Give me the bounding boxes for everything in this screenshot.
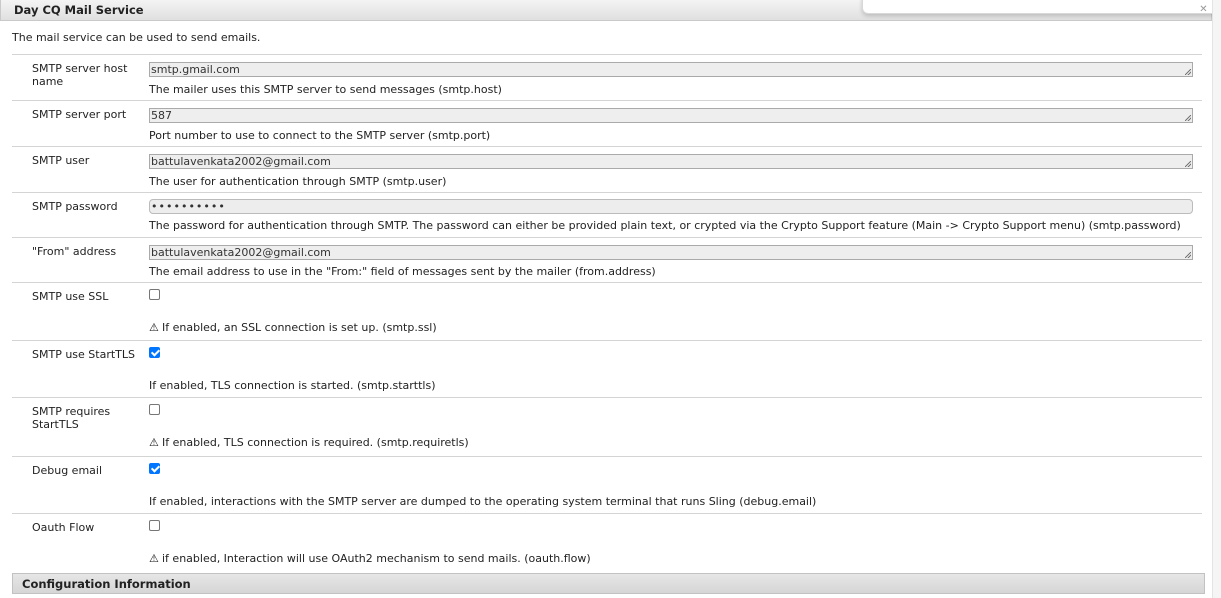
field-help: If enabled, interactions with the SMTP s… [149,495,817,508]
field-help: The email address to use in the "From:" … [149,265,656,278]
scrollbar[interactable] [1212,0,1221,598]
row-debug-email: Debug email If enabled, interactions wit… [12,457,1202,514]
field-label: SMTP server port [32,108,127,121]
overlay-panel [862,0,1219,14]
field-help: The password for authentication through … [149,219,1181,232]
dialog-description: The mail service can be used to send ema… [12,31,261,44]
smtp-password-input[interactable]: •••••••••• [149,199,1193,214]
row-smtp-port: SMTP server port 587 Port number to use … [12,101,1202,147]
field-help: If enabled, TLS connection is started. (… [149,379,436,392]
row-smtp-ssl: SMTP use SSL ⚠ If enabled, an SSL connect… [12,283,1202,341]
field-label: "From" address [32,245,117,258]
smtp-starttls-checkbox[interactable] [149,347,160,358]
field-help: ⚠ If enabled, an SSL connection is set up… [149,321,437,334]
oauth-flow-checkbox[interactable] [149,520,160,531]
field-label: SMTP use StartTLS [32,348,135,361]
field-help: ⚠ If enabled, TLS connection is required.… [149,436,469,449]
field-label: Oauth Flow [32,521,95,534]
debug-email-checkbox[interactable] [149,463,160,474]
field-label: SMTP user [32,154,90,167]
smtp-requiretls-checkbox[interactable] [149,404,160,415]
smtp-user-input[interactable]: battulavenkata2002@gmail.com [149,154,1193,169]
field-help: ⚠ if enabled, Interaction will use OAuth2… [149,552,591,565]
field-label: SMTP use SSL [32,290,109,303]
field-help: The mailer uses this SMTP server to send… [149,83,502,96]
resize-grip-icon[interactable] [1185,115,1191,121]
warning-triangle-icon: ⚠ [149,321,159,334]
row-smtp-starttls: SMTP use StartTLS If enabled, TLS connec… [12,341,1202,398]
smtp-ssl-checkbox[interactable] [149,289,160,300]
row-smtp-password: SMTP password •••••••••• The password fo… [12,193,1202,238]
row-from-address: "From" address battulavenkata2002@gmail.… [12,238,1202,283]
row-smtp-requiretls: SMTP requires StartTLS ⚠ If enabled, TLS … [12,398,1202,457]
field-label: SMTP password [32,200,118,213]
field-label: SMTP server host name [32,62,128,88]
warning-triangle-icon: ⚠ [149,552,159,565]
row-smtp-user: SMTP user battulavenkata2002@gmail.com T… [12,147,1202,193]
config-form: SMTP server host name smtp.gmail.com The… [12,54,1202,572]
field-help: The user for authentication through SMTP… [149,175,447,188]
row-smtp-host: SMTP server host name smtp.gmail.com The… [12,55,1202,101]
resize-grip-icon[interactable] [1185,252,1191,258]
section-title: Configuration Information [22,577,191,591]
smtp-port-input[interactable]: 587 [149,108,1193,123]
close-icon[interactable]: ✕ [1198,4,1209,15]
dialog-title: Day CQ Mail Service [14,3,144,17]
from-address-input[interactable]: battulavenkata2002@gmail.com [149,245,1193,260]
config-info-section-header[interactable]: Configuration Information [12,573,1205,594]
field-help: Port number to use to connect to the SMT… [149,129,491,142]
resize-grip-icon[interactable] [1185,69,1191,75]
resize-grip-icon[interactable] [1185,161,1191,167]
field-label: SMTP requires StartTLS [32,405,111,431]
row-oauth-flow: Oauth Flow ⚠ if enabled, Interaction will… [12,514,1202,572]
field-label: Debug email [32,464,103,477]
warning-triangle-icon: ⚠ [149,436,159,449]
smtp-host-input[interactable]: smtp.gmail.com [149,62,1193,77]
